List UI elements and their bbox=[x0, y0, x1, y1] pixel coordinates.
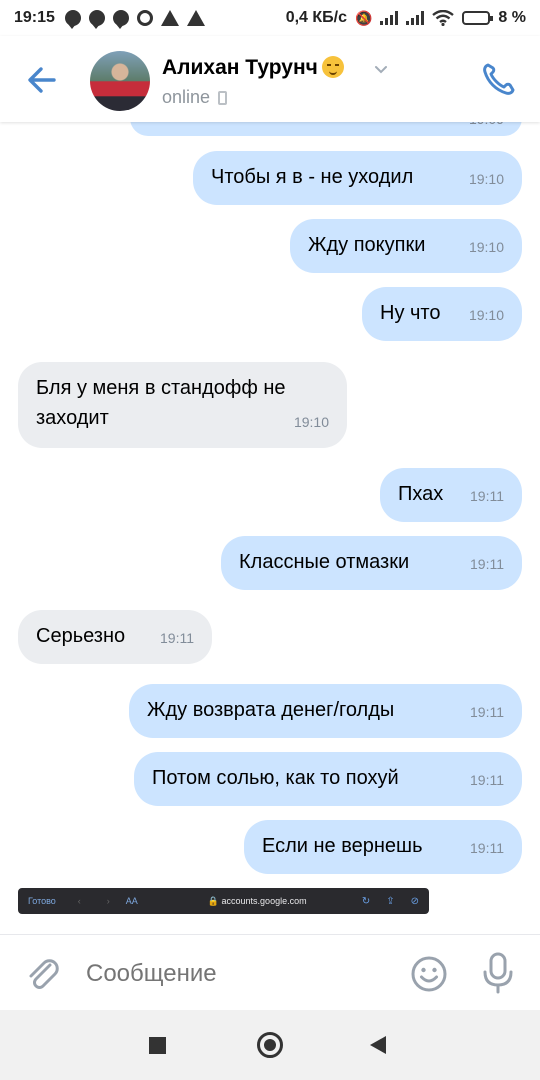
chat-notification-icon bbox=[88, 10, 105, 29]
image-attachment[interactable]: Готово ‹ › AA 🔒 accounts.google.com ↻ ⇪ … bbox=[18, 888, 429, 914]
chat-notification-icon bbox=[112, 10, 129, 29]
message-list[interactable]: 19:09 Чтобы я в - не уходил 19:10 Жду по… bbox=[0, 122, 540, 934]
message-bubble-outgoing[interactable]: Потом солью, как то похуй 19:11 bbox=[134, 752, 522, 806]
network-speed: 0,4 КБ/с bbox=[285, 9, 347, 26]
message-time: 19:11 bbox=[470, 772, 504, 788]
message-time: 19:11 bbox=[470, 704, 504, 720]
system-navigation-bar bbox=[0, 1010, 540, 1080]
message-text: Если не вернешь bbox=[262, 835, 423, 857]
browser-url-text: accounts.google.com bbox=[221, 895, 307, 906]
contact-name[interactable]: Алихан Турунч bbox=[162, 56, 318, 79]
message-input[interactable] bbox=[86, 955, 386, 993]
message-time: 19:10 bbox=[468, 239, 504, 255]
message-bubble-outgoing[interactable]: 19:09 bbox=[130, 122, 522, 136]
signal-icon bbox=[380, 11, 399, 25]
message-time: 19:10 bbox=[468, 171, 504, 187]
message-time: 19:11 bbox=[160, 630, 194, 646]
message-bubble-incoming[interactable]: Бля у меня в стандофф не заходит 19:10 bbox=[18, 362, 347, 448]
share-icon: ⇪ bbox=[386, 895, 395, 907]
message-text: Бля у меня в стандофф не заходит bbox=[36, 377, 286, 429]
message-time: 19:11 bbox=[470, 488, 504, 504]
chat-notification-icon bbox=[64, 10, 81, 29]
browser-done-label: Готово bbox=[28, 896, 56, 906]
message-bubble-outgoing[interactable]: Чтобы я в - не уходил 19:10 bbox=[193, 151, 522, 205]
compass-icon: ⊘ bbox=[410, 895, 419, 907]
reload-icon: ↻ bbox=[361, 895, 371, 907]
message-composer bbox=[0, 934, 540, 1010]
paperclip-icon[interactable] bbox=[22, 953, 62, 993]
text-size-label: AA bbox=[125, 896, 138, 906]
message-bubble-outgoing[interactable]: Ну что 19:10 bbox=[362, 287, 522, 341]
notification-icons bbox=[64, 10, 205, 29]
battery-icon bbox=[462, 11, 494, 25]
microphone-icon[interactable] bbox=[480, 951, 516, 995]
message-bubble-outgoing[interactable]: Жду покупки 19:10 bbox=[290, 219, 522, 273]
battery-level: 8 % bbox=[498, 9, 526, 26]
signal-icon bbox=[406, 11, 425, 25]
browser-url: 🔒 accounts.google.com bbox=[207, 895, 307, 906]
message-bubble-outgoing[interactable]: Классные отмазки 19:11 bbox=[221, 536, 522, 590]
chrome-icon bbox=[136, 10, 153, 26]
home-button[interactable] bbox=[257, 1032, 283, 1058]
chevron-right-icon: › bbox=[106, 896, 110, 906]
message-text: Чтобы я в - не уходил bbox=[211, 166, 414, 188]
wifi-icon bbox=[432, 10, 455, 26]
message-text: Жду покупки bbox=[308, 234, 426, 256]
status-time: 19:15 bbox=[14, 9, 55, 26]
phone-call-icon[interactable] bbox=[480, 60, 518, 98]
emoji-smile-icon[interactable] bbox=[410, 955, 448, 993]
status-bar: 19:15 0,4 КБ/с 🔕 8 % bbox=[0, 0, 540, 36]
message-text: Серьезно bbox=[36, 625, 126, 647]
message-time: 19:11 bbox=[470, 840, 504, 856]
message-text: Жду возврата денег/голды bbox=[147, 699, 395, 721]
back-button[interactable] bbox=[370, 1036, 386, 1054]
message-text: Пхах bbox=[398, 483, 444, 505]
status-text: online bbox=[162, 87, 211, 107]
system-indicators: 0,4 КБ/с 🔕 8 % bbox=[286, 9, 526, 27]
message-text: Потом солью, как то похуй bbox=[152, 767, 399, 789]
message-time: 19:09 bbox=[469, 122, 504, 134]
mobile-icon bbox=[218, 90, 228, 105]
back-arrow-icon[interactable] bbox=[24, 62, 60, 98]
message-time: 19:10 bbox=[293, 414, 329, 430]
warning-icon bbox=[160, 10, 179, 26]
message-time: 19:11 bbox=[470, 556, 504, 572]
message-time: 19:10 bbox=[468, 307, 504, 323]
online-status: online bbox=[162, 87, 228, 108]
message-text: Ну что bbox=[380, 302, 441, 324]
browser-toolbar-icons: ↻ ⇪ ⊘ bbox=[362, 896, 419, 907]
mute-icon: 🔕 bbox=[354, 9, 373, 26]
message-bubble-incoming[interactable]: Серьезно 19:11 bbox=[18, 610, 212, 664]
contact-name-row[interactable]: Алихан Турунч bbox=[162, 56, 344, 80]
message-bubble-outgoing[interactable]: Жду возврата денег/голды 19:11 bbox=[129, 684, 522, 738]
message-bubble-outgoing[interactable]: Пхах 19:11 bbox=[380, 468, 522, 522]
message-text: Классные отмазки bbox=[239, 551, 410, 573]
message-bubble-outgoing[interactable]: Если не вернешь 19:11 bbox=[244, 820, 522, 874]
warning-icon bbox=[186, 10, 205, 26]
chevron-down-icon[interactable] bbox=[374, 62, 388, 76]
avatar[interactable] bbox=[90, 51, 150, 111]
recent-apps-button[interactable] bbox=[149, 1037, 166, 1054]
relieved-face-emoji-icon bbox=[321, 56, 344, 78]
chat-header: Алихан Турунч online bbox=[0, 36, 540, 122]
chevron-left-icon: ‹ bbox=[77, 896, 81, 906]
